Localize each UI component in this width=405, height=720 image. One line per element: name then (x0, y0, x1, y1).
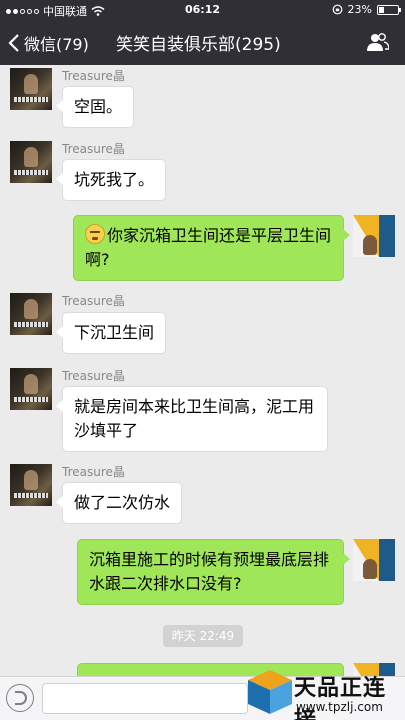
voice-input-button[interactable] (6, 684, 34, 712)
message-bubble[interactable]: 做了二次仿水 (55, 482, 183, 524)
back-button[interactable]: 微信(79) (8, 31, 89, 55)
my-avatar[interactable] (353, 215, 395, 257)
timestamp: 昨天 22:49 (163, 625, 243, 647)
message-bubble[interactable]: 坑死我了。 (55, 159, 167, 201)
message-bubble[interactable]: 下沉卫生间 (55, 312, 167, 354)
top-bar: 中国联通 06:12 23% 微信(79) 笑笑自装俱乐部(295) (0, 0, 405, 65)
message-input[interactable] (42, 683, 248, 714)
sender-name: Treasure晶 (62, 69, 125, 83)
chat-area[interactable]: Treasure晶 空固。 Treasure晶 坑死我了。 你家沉箱卫生间还是平… (0, 65, 405, 676)
avatar[interactable] (10, 293, 52, 335)
nav-bar: 微信(79) 笑笑自装俱乐部(295) (0, 22, 405, 62)
status-bar: 中国联通 06:12 23% (0, 0, 405, 20)
rotation-lock-icon (332, 4, 342, 15)
group-info-icon[interactable] (367, 32, 389, 52)
battery-percent: 23% (347, 3, 372, 16)
chat-title: 笑笑自装俱乐部(295) (116, 35, 281, 55)
sender-name: Treasure晶 (62, 142, 125, 156)
avatar[interactable] (10, 68, 52, 110)
awkward-emoji-icon (85, 224, 105, 244)
avatar[interactable] (10, 368, 52, 410)
message-bubble[interactable]: 就是房间本来比卫生间高，泥工用沙填平了 (56, 386, 328, 452)
sender-name: Treasure晶 (62, 369, 125, 383)
my-avatar[interactable] (353, 539, 395, 581)
message-bubble[interactable]: 你家沉箱卫生间还是平层卫生间啊? (73, 215, 350, 281)
battery-icon (377, 4, 401, 15)
voice-icon (15, 691, 27, 705)
watermark-url: www.tpzlj.com (296, 700, 383, 714)
message-bubble[interactable]: 沉箱里施工的时候有预埋最底层排水跟二次排水口没有? (77, 539, 350, 605)
watermark-logo-icon (248, 670, 292, 714)
sender-name: Treasure晶 (62, 294, 125, 308)
message-bubble[interactable]: 空固。 (55, 86, 135, 128)
back-label: 微信(79) (24, 35, 89, 54)
chevron-left-icon (8, 34, 19, 52)
watermark: 天品正连接 www.tpzlj.com (244, 664, 405, 720)
avatar[interactable] (10, 141, 52, 183)
avatar[interactable] (10, 464, 52, 506)
message-text: 你家沉箱卫生间还是平层卫生间啊? (85, 226, 332, 269)
sender-name: Treasure晶 (62, 465, 125, 479)
